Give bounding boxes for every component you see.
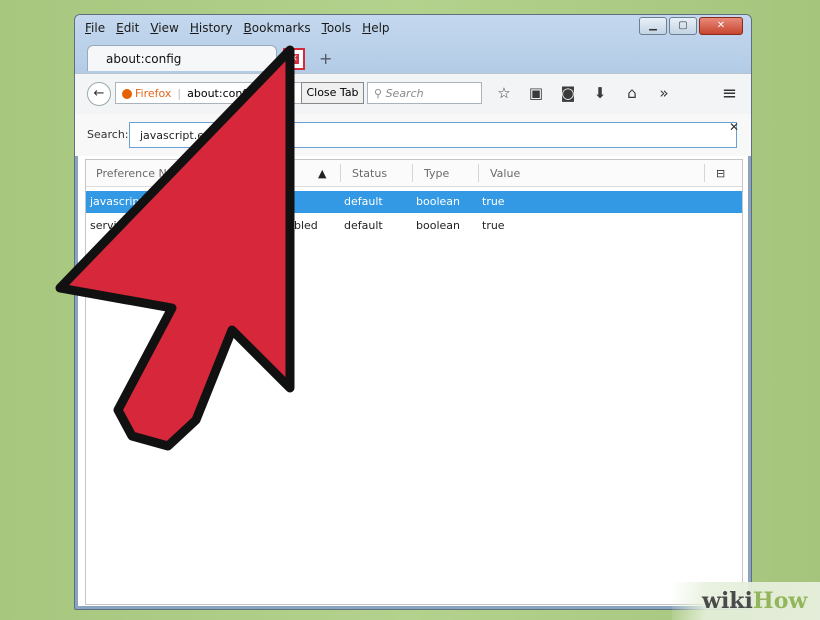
navigation-toolbar: ← Firefox | about:config Close Tab ⚲ Searc…: [75, 73, 751, 115]
sort-ascending-icon[interactable]: ▲: [318, 167, 326, 180]
filter-input[interactable]: javascript.enab: [129, 122, 737, 148]
search-placeholder: Search: [385, 87, 424, 100]
menu-file[interactable]: File: [85, 21, 105, 39]
maximize-button[interactable]: ▢: [669, 17, 697, 35]
watermark-wiki: wiki: [702, 588, 753, 614]
filter-label: Search:: [87, 128, 129, 141]
preference-name: servic: [90, 219, 123, 232]
download-icon[interactable]: ⬇: [591, 84, 609, 102]
preference-status: default: [344, 195, 383, 208]
new-tab-button[interactable]: +: [319, 49, 332, 68]
menu-bar: File Edit View History Bookmarks Tools H…: [85, 21, 390, 39]
hamburger-menu-icon[interactable]: ≡: [722, 83, 737, 104]
column-divider: [478, 164, 479, 182]
column-divider: [340, 164, 341, 182]
menu-edit[interactable]: Edit: [116, 21, 139, 39]
identity-label: Firefox: [135, 87, 172, 100]
column-header-value[interactable]: Value: [490, 167, 520, 180]
preferences-table: Preference Na ▲ Status Type Value ⊟ java…: [85, 159, 743, 605]
config-filter-bar: Search: javascript.enab ✕: [75, 114, 751, 156]
star-icon[interactable]: ☆: [495, 84, 513, 102]
toolbar-icons: ☆ ▣ ◙ ⬇ ⌂ »: [495, 84, 673, 102]
tab-close-button[interactable]: ✕: [283, 48, 305, 70]
watermark-how: How: [752, 588, 808, 614]
browser-window: File Edit View History Bookmarks Tools H…: [74, 14, 752, 610]
overflow-icon[interactable]: »: [655, 84, 673, 102]
minimize-button[interactable]: ▁: [639, 17, 667, 35]
window-controls: ▁ ▢ ✕: [639, 17, 743, 35]
table-header: Preference Na ▲ Status Type Value ⊟: [86, 160, 742, 187]
wikihow-watermark: wikiHow: [672, 582, 820, 620]
preference-type: boolean: [416, 219, 460, 232]
preference-status: default: [344, 219, 383, 232]
preference-name: javascript.e: [90, 195, 154, 208]
preference-type: boolean: [416, 195, 460, 208]
window-close-button[interactable]: ✕: [699, 17, 743, 35]
menu-view[interactable]: View: [150, 21, 178, 39]
url-text: about:config: [187, 87, 257, 100]
menu-history[interactable]: History: [190, 21, 233, 39]
column-divider: [412, 164, 413, 182]
tab-about-config[interactable]: about:config: [87, 45, 277, 71]
table-row[interactable]: servic bled default boolean true: [86, 215, 742, 237]
pocket-icon[interactable]: ◙: [559, 84, 577, 102]
menu-help[interactable]: Help: [362, 21, 389, 39]
column-header-status[interactable]: Status: [352, 167, 387, 180]
close-tab-button[interactable]: Close Tab: [301, 82, 364, 104]
preference-value: true: [482, 195, 505, 208]
preference-value: true: [482, 219, 505, 232]
search-icon: ⚲: [374, 87, 386, 100]
clear-filter-icon[interactable]: ✕: [729, 120, 739, 134]
column-divider: [704, 164, 705, 182]
close-icon: ✕: [289, 54, 299, 64]
wikihow-logo: wikiHow: [702, 588, 807, 614]
column-picker-icon[interactable]: ⊟: [716, 167, 725, 180]
url-bar[interactable]: Firefox | about:config: [115, 82, 305, 104]
column-header-type[interactable]: Type: [424, 167, 449, 180]
search-input[interactable]: ⚲ Search: [367, 82, 482, 104]
url-separator: |: [177, 87, 182, 100]
home-icon[interactable]: ⌂: [623, 84, 641, 102]
menu-tools[interactable]: Tools: [322, 21, 352, 39]
firefox-icon: [122, 89, 132, 99]
column-header-preference-name[interactable]: Preference Na: [96, 167, 173, 180]
menu-bookmarks[interactable]: Bookmarks: [244, 21, 311, 39]
back-button[interactable]: ←: [87, 82, 111, 106]
table-row[interactable]: javascript.e default boolean true: [86, 191, 742, 213]
preference-name-tail: bled: [294, 219, 318, 232]
clipboard-icon[interactable]: ▣: [527, 84, 545, 102]
